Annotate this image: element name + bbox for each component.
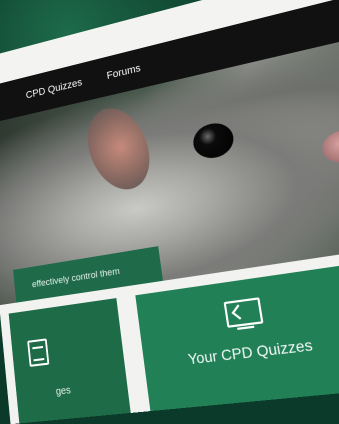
rat-eye: [190, 119, 236, 162]
document-icon: [27, 338, 50, 367]
monitor-icon: [223, 297, 264, 328]
nav-item-forums[interactable]: Forums: [106, 63, 141, 82]
nav-item-cpd-quizzes[interactable]: CPD Quizzes: [25, 77, 82, 101]
rat-ear: [76, 96, 163, 201]
tile-your-cpd-quizzes[interactable]: Your CPD Quizzes: [135, 265, 339, 412]
hero-caption-text: effectively control them: [31, 265, 121, 290]
tile-title: Your CPD Quizzes: [186, 335, 314, 368]
website-screen: CPD Quizzes Forums effectively control t…: [0, 0, 339, 424]
tile-resources[interactable]: ges: [8, 298, 131, 424]
tile-partial-label: ges: [55, 384, 72, 398]
rat-nose: [319, 126, 339, 167]
